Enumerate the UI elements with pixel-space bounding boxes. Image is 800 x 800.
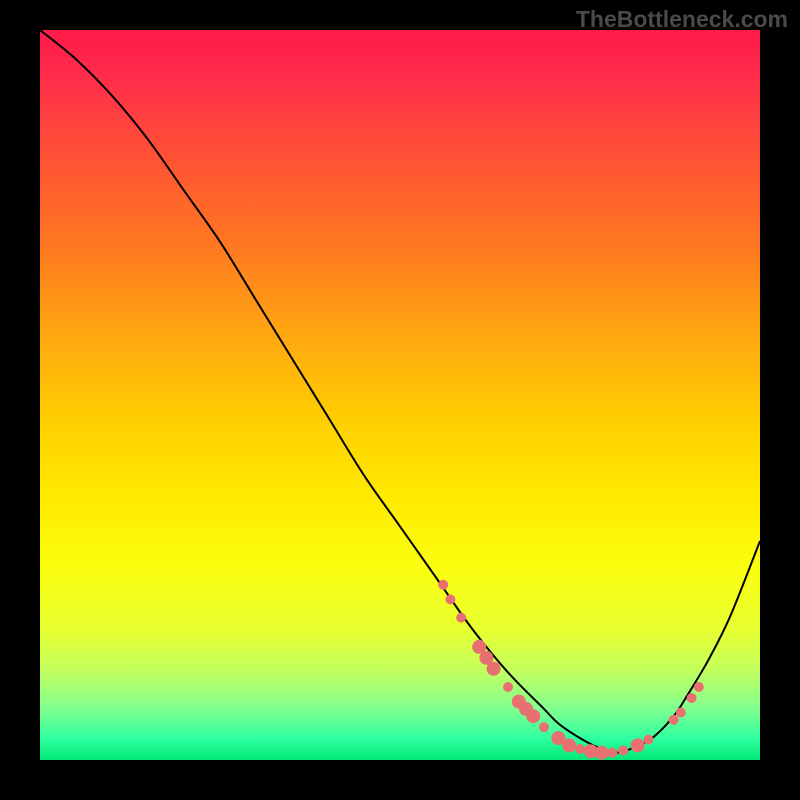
- data-marker: [487, 662, 501, 676]
- chart-plot-area: [40, 30, 760, 760]
- data-marker: [607, 748, 617, 758]
- data-marker: [694, 682, 704, 692]
- watermark-text: TheBottleneck.com: [576, 6, 788, 33]
- data-marker: [539, 722, 549, 732]
- data-marker: [562, 738, 576, 752]
- data-marker: [575, 744, 585, 754]
- data-marker: [643, 735, 653, 745]
- data-marker: [526, 709, 540, 723]
- data-marker: [456, 613, 466, 623]
- data-marker: [631, 738, 645, 752]
- data-marker: [618, 746, 628, 756]
- bottleneck-curve: [40, 30, 760, 753]
- chart-svg: [40, 30, 760, 760]
- data-marker: [503, 682, 513, 692]
- data-marker: [595, 746, 609, 760]
- data-marker: [676, 708, 686, 718]
- data-marker: [669, 715, 679, 725]
- data-marker: [445, 594, 455, 604]
- data-marker: [438, 580, 448, 590]
- data-marker: [687, 693, 697, 703]
